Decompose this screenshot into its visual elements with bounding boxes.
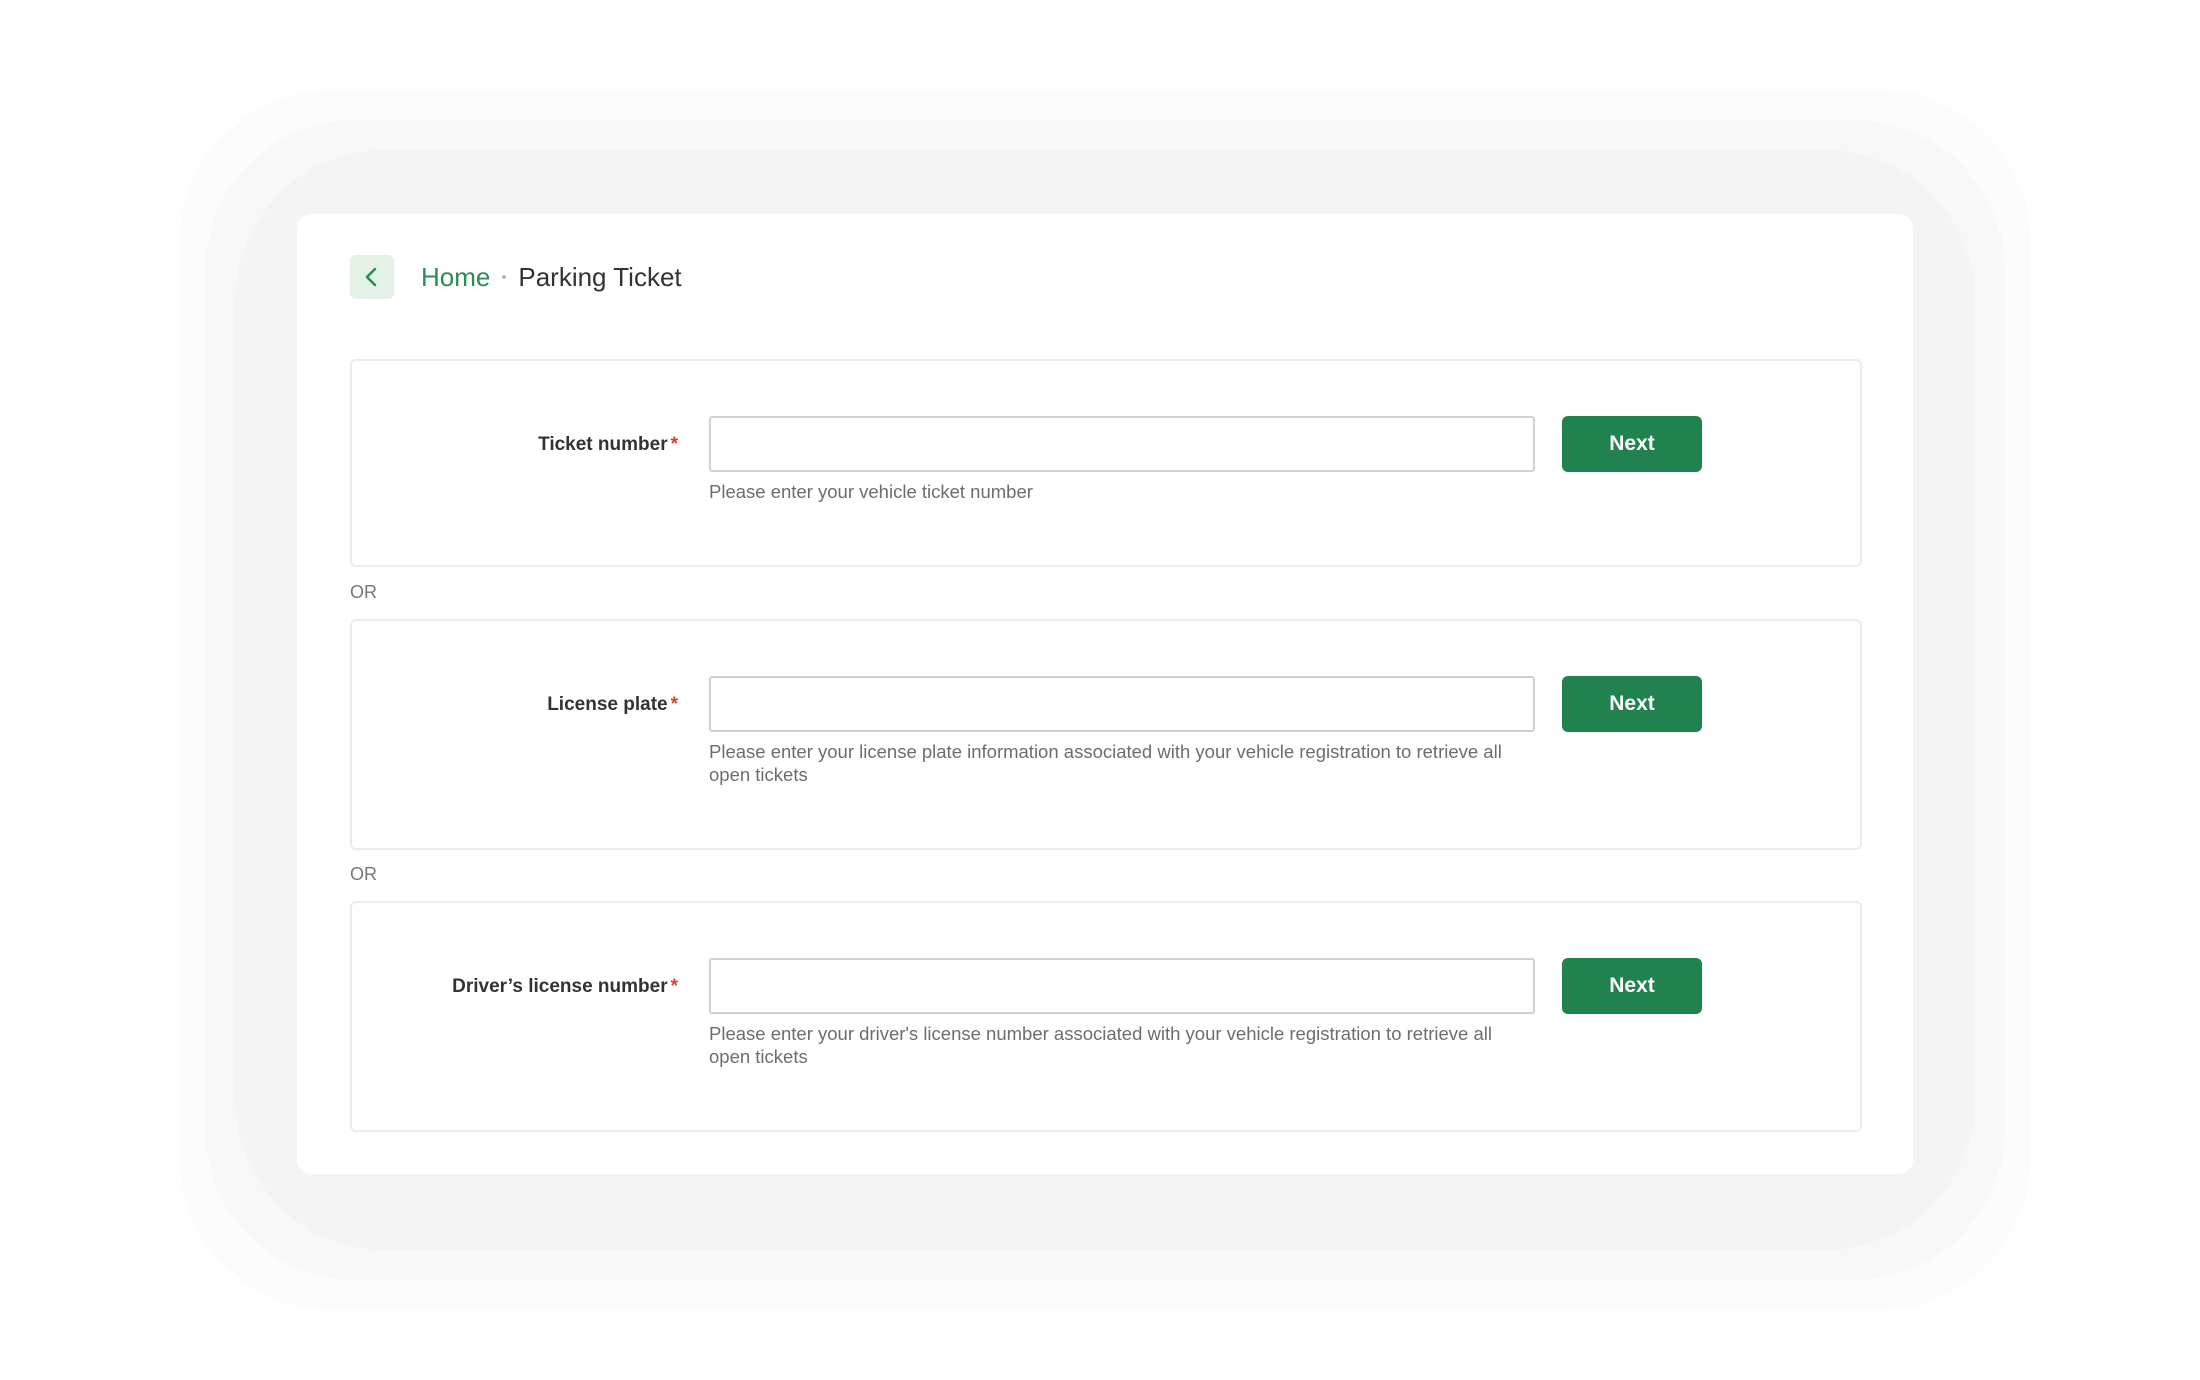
drivers-license-section: Driver’s license number * Please enter yo… (350, 901, 1862, 1132)
or-separator-1: OR (350, 582, 377, 602)
chevron-left-icon (365, 267, 377, 287)
ticket-number-label-text: Ticket number (538, 434, 668, 455)
license-plate-label-text: License plate (547, 694, 668, 715)
drivers-license-help-text: Please enter your driver's license numbe… (709, 1023, 1492, 1067)
breadcrumb-separator (502, 275, 507, 279)
breadcrumb-current: Parking Ticket (518, 261, 682, 292)
license-plate-label: License plate * (547, 694, 678, 716)
ticket-number-next-button[interactable]: Next (1562, 416, 1702, 472)
license-plate-input[interactable] (709, 676, 1535, 732)
breadcrumb: Home Parking Ticket (350, 255, 682, 299)
ticket-number-help-text: Please enter your vehicle ticket number (709, 481, 1033, 502)
license-plate-help-text: Please enter your license plate informat… (709, 741, 1502, 785)
main-card: Home Parking Ticket Ticket number * Pleas… (297, 214, 1913, 1174)
or-separator-2: OR (350, 864, 377, 884)
required-indicator: * (670, 434, 678, 455)
drivers-license-label-text: Driver’s license number (452, 976, 668, 997)
license-plate-next-button[interactable]: Next (1562, 676, 1702, 732)
license-plate-section: License plate * Please enter your license… (350, 619, 1862, 850)
drivers-license-input[interactable] (709, 958, 1535, 1014)
back-button[interactable] (350, 255, 394, 299)
ticket-number-section: Ticket number * Please enter your vehicle… (350, 359, 1862, 567)
breadcrumb-home-link[interactable]: Home (421, 262, 490, 293)
drivers-license-label: Driver’s license number * (452, 976, 678, 998)
required-indicator: * (670, 976, 678, 997)
ticket-number-input[interactable] (709, 416, 1535, 472)
drivers-license-next-button[interactable]: Next (1562, 958, 1702, 1014)
required-indicator: * (670, 694, 678, 715)
ticket-number-label: Ticket number * (538, 434, 678, 456)
